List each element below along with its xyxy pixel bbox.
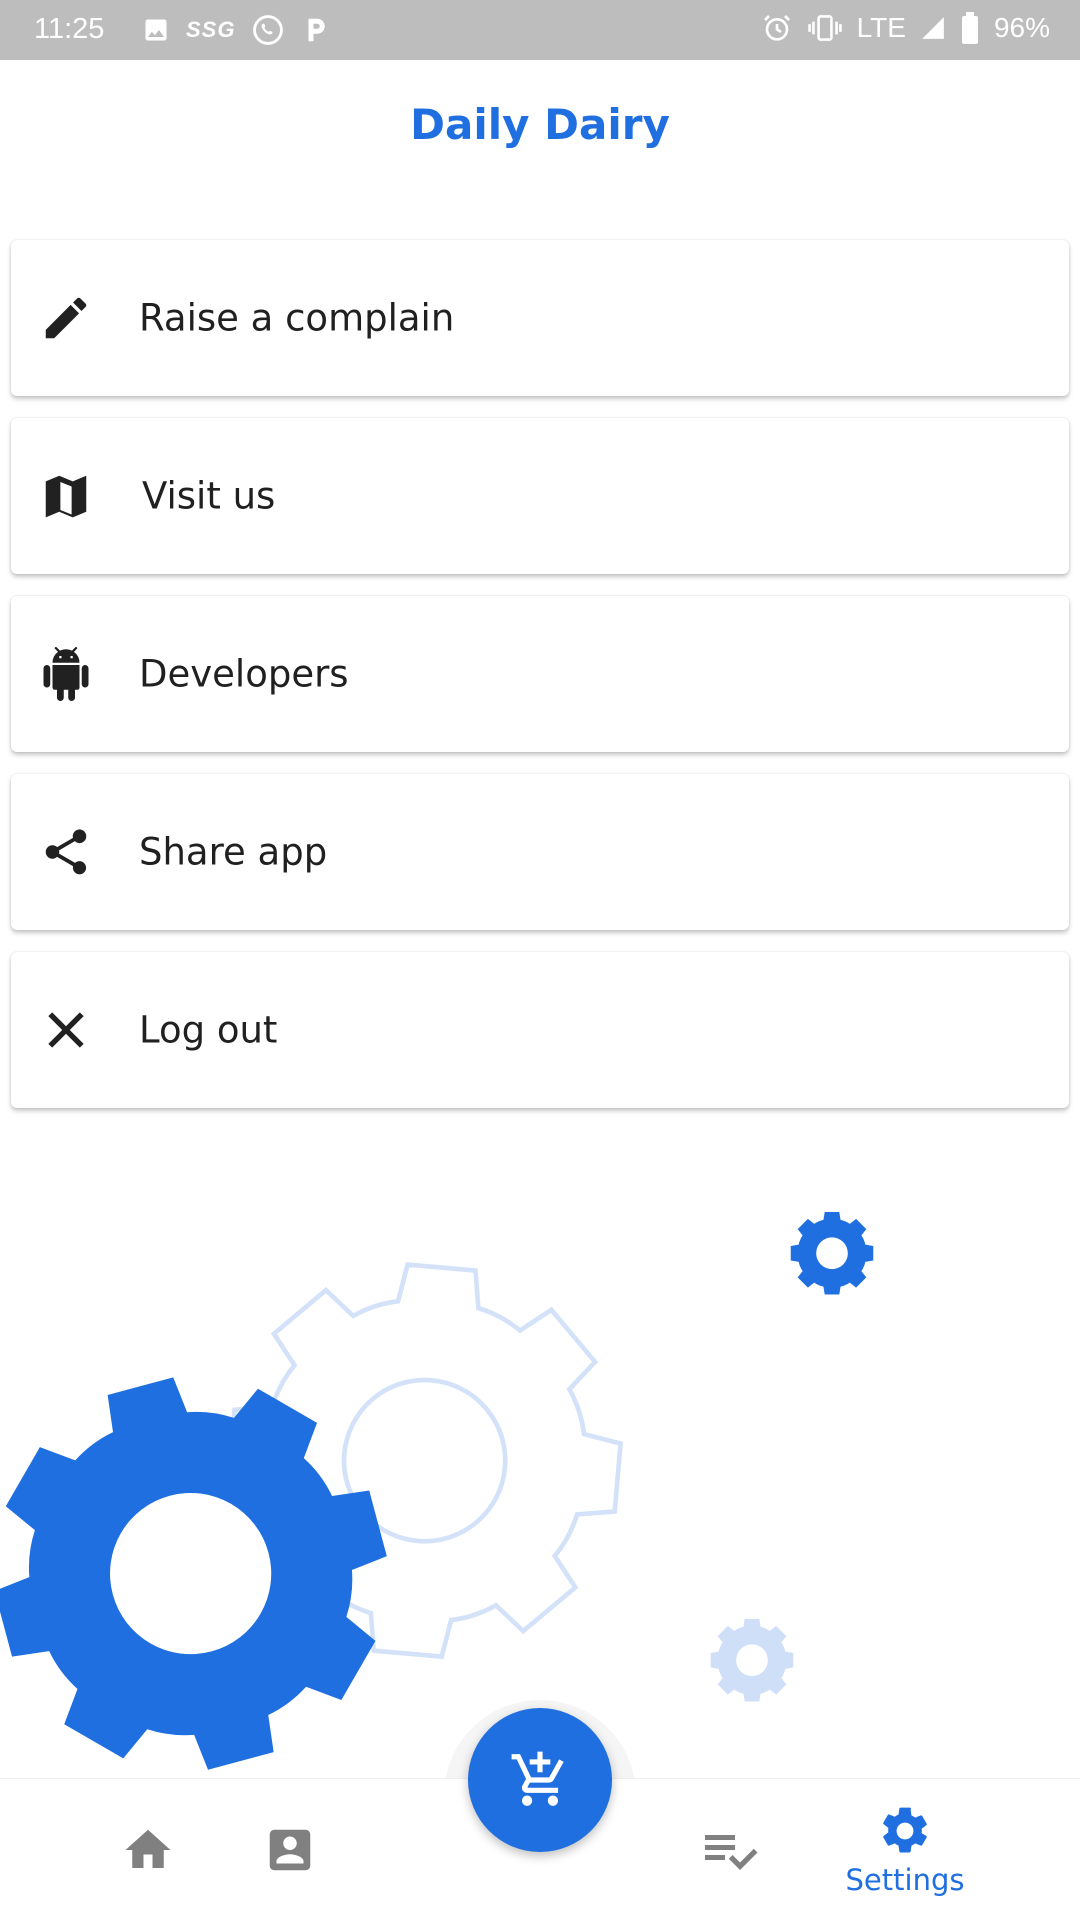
pencil-icon bbox=[45, 297, 87, 339]
menu-item-log-out[interactable]: Log out bbox=[11, 952, 1069, 1108]
nav-orders[interactable] bbox=[690, 1779, 770, 1921]
menu-item-label: Raise a complain bbox=[139, 296, 455, 340]
battery-percent: 96% bbox=[993, 12, 1050, 43]
settings-illustration bbox=[0, 1212, 874, 1780]
add-to-cart-button[interactable] bbox=[468, 1708, 612, 1852]
system-icons: LTE 96% bbox=[761, 12, 1050, 44]
menu-item-developers[interactable]: Developers bbox=[11, 596, 1069, 752]
settings-icon bbox=[883, 1807, 927, 1853]
network-type: LTE bbox=[856, 12, 906, 43]
battery-icon bbox=[961, 12, 978, 44]
account-box-icon bbox=[269, 1829, 311, 1871]
image-icon bbox=[145, 19, 167, 41]
small-gear bbox=[790, 1212, 874, 1295]
small-light-gear bbox=[710, 1619, 794, 1702]
map-icon bbox=[45, 475, 87, 518]
menu-item-label: Developers bbox=[139, 652, 349, 696]
menu-item-visit-us[interactable]: Visit us bbox=[11, 418, 1069, 574]
add-to-cart-icon bbox=[511, 1751, 564, 1806]
menu-item-label: Share app bbox=[139, 830, 328, 874]
vibrate-icon bbox=[807, 15, 842, 41]
notification-icons: SSG bbox=[142, 13, 331, 47]
p-app-icon bbox=[308, 18, 326, 42]
app-title: Daily Dairy bbox=[410, 100, 670, 149]
menu-item-label: Visit us bbox=[142, 474, 276, 518]
android-icon bbox=[43, 647, 89, 701]
home-icon bbox=[125, 1829, 171, 1868]
status-time: 11:25 bbox=[34, 13, 105, 45]
menu-item-share-app[interactable]: Share app bbox=[11, 774, 1069, 930]
nav-settings-label: Settings bbox=[845, 1863, 965, 1897]
status-bar: 11:25 SSG LTE 96% bbox=[0, 0, 1080, 60]
alarm-icon bbox=[763, 15, 790, 41]
close-icon bbox=[48, 1012, 84, 1048]
whatsapp-icon bbox=[253, 15, 284, 45]
menu-item-raise-complain[interactable]: Raise a complain bbox=[11, 240, 1069, 396]
share-icon bbox=[45, 829, 87, 875]
menu-item-label: Log out bbox=[139, 1008, 278, 1052]
carrier-tag: SSG bbox=[186, 17, 236, 42]
nav-home[interactable] bbox=[108, 1779, 188, 1921]
nav-profile[interactable] bbox=[250, 1779, 330, 1921]
playlist-check-icon bbox=[705, 1835, 758, 1870]
nav-settings[interactable]: Settings bbox=[830, 1779, 980, 1921]
signal-icon bbox=[922, 17, 944, 39]
